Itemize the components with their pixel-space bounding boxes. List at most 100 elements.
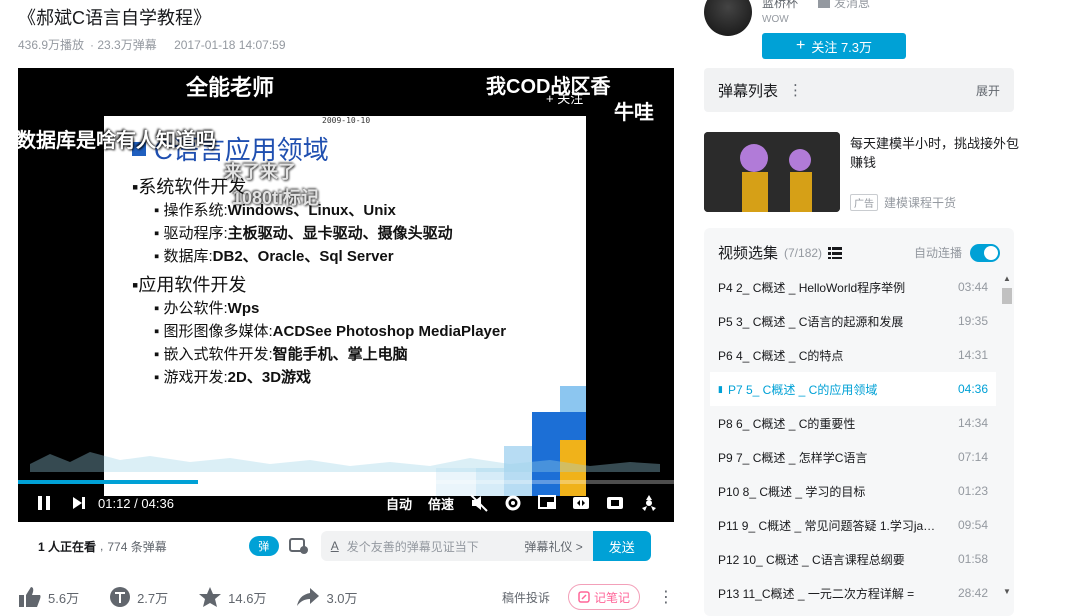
coin-count: 2.7万 [137, 590, 169, 606]
playlist-panel: 视频选集 (7/182) 自动连播 P4 2_ C概述 _ HelloWorld… [704, 228, 1014, 616]
uploader-name[interactable]: 蓝桥杯 [762, 0, 798, 11]
danmaku-list-header[interactable]: 弹幕列表 ⋮ 展开 [704, 68, 1014, 112]
time-current: 01:12 [98, 495, 131, 511]
playlist-item-duration: 14:34 [957, 416, 988, 430]
ad-thumbnail[interactable] [704, 132, 840, 212]
more-icon[interactable]: ⋮ [658, 587, 674, 607]
playlist-item[interactable]: P4 2_ C概述 _ HelloWorld程序举例 03:44 [710, 270, 996, 304]
share-button[interactable]: 3.0万 [296, 587, 358, 607]
playlist-item[interactable]: P12 10_ C概述 _ C语言课程总纲要 01:58 [710, 542, 996, 576]
slide-item-value: ACDSee Photoshop MediaPlayer [272, 323, 507, 340]
playlist-item-duration: 03:44 [957, 280, 988, 294]
danmaku-settings-icon[interactable] [288, 537, 309, 555]
slide-item-value: 2D、3D游戏 [227, 369, 312, 386]
slide-item-value: 智能手机、掌上电脑 [272, 346, 408, 363]
view-count: 436.9万播放 [18, 38, 85, 52]
video-frame: 2009-10-10 C语言应用领域 ▪系统软件开发 ▪ 操作系统:Windows… [104, 116, 586, 496]
playlist-item[interactable]: ▮ P7 5_ C概述 _ C的应用领域 04:36 [710, 372, 996, 406]
playlist-item-duration: 07:14 [957, 450, 988, 464]
slide-item: ▪ 驱动程序:主板驱动、显卡驱动、摄像头驱动 [154, 225, 453, 242]
video-actions: 5.6万 2.7万 14.6万 3.0万 稿件投诉 记笔记 ⋮ [18, 582, 674, 612]
playlist-item[interactable]: P11 9_ C概述 _ 常见问题答疑 1.学习java... 09:54 [710, 508, 996, 542]
slide-item-label: 游戏开发: [163, 369, 228, 386]
scroll-up-icon[interactable]: ▲ [1003, 274, 1011, 283]
message-link[interactable]: 发消息 [818, 0, 870, 11]
note-button[interactable]: 记笔记 [568, 584, 640, 610]
follow-label: 关注 7.3万 [811, 39, 873, 55]
playlist-item-duration: 28:42 [957, 586, 988, 600]
audio-waveform [30, 452, 660, 472]
watching-count: 1 人正在看 [38, 539, 97, 554]
playlist-scrollbar[interactable]: ▲ ▼ [1002, 274, 1012, 596]
report-link[interactable]: 稿件投诉 [502, 589, 550, 606]
pip-icon[interactable] [538, 495, 556, 511]
follow-overlay-button[interactable]: + 关注 [546, 88, 583, 107]
danmaku-1: 全能老师 [186, 75, 275, 100]
fullscreen-icon[interactable] [640, 494, 658, 512]
playlist-item-duration: 19:35 [957, 314, 988, 328]
widescreen-icon[interactable] [572, 495, 590, 511]
playlist-item-title: P5 3_ C概述 _ C语言的起源和发展 [718, 314, 904, 329]
slide-item-label: 数据库: [163, 248, 213, 265]
coin-icon [110, 587, 131, 607]
danmaku-5: 来了来了 [224, 162, 296, 182]
autoplay-control: 自动连播 [913, 243, 1000, 262]
pause-button[interactable] [24, 495, 64, 511]
speed-button[interactable]: 倍速 [428, 494, 454, 513]
playlist-item-title: P9 7_ C概述 _ 怎样学C语言 [718, 450, 868, 465]
playlist-item[interactable]: P9 7_ C概述 _ 怎样学C语言 07:14 [710, 440, 996, 474]
danmaku-etiquette-link[interactable]: 弹幕礼仪 > [524, 538, 582, 555]
send-button[interactable]: 发送 [592, 531, 651, 561]
danmaku-total: 774 条弹幕 [107, 539, 167, 554]
mute-icon[interactable] [470, 494, 488, 512]
ad-source[interactable]: 建模课程干货 [884, 194, 956, 211]
playlist-item[interactable]: P5 3_ C概述 _ C语言的起源和发展 19:35 [710, 304, 996, 338]
list-icon[interactable] [828, 246, 843, 259]
follow-button[interactable]: + 关注 7.3万 [762, 33, 906, 59]
playlist-items: P4 2_ C概述 _ HelloWorld程序举例 03:44 P5 3_ C概述… [710, 270, 996, 610]
playlist-item-duration: 01:23 [957, 484, 988, 498]
next-button[interactable] [64, 496, 94, 510]
ad-badge: 广告 [850, 194, 878, 211]
like-count: 5.6万 [48, 590, 80, 606]
danmaku-input[interactable]: A 发个友善的弹幕见证当下 弹幕礼仪 > [320, 531, 593, 561]
slide-item-label: 嵌入式软件开发: [163, 346, 273, 363]
playlist-title: 视频选集 [718, 245, 779, 262]
autoplay-label: 自动连播 [913, 246, 962, 260]
playlist-item[interactable]: P6 4_ C概述 _ C的特点 14:31 [710, 338, 996, 372]
next-icon [73, 497, 85, 509]
playlist-item[interactable]: P10 8_ C概述 _ 学习的目标 01:23 [710, 474, 996, 508]
settings-icon[interactable] [504, 494, 522, 512]
playlist-item[interactable]: P8 6_ C概述 _ C的重要性 14:34 [710, 406, 996, 440]
video-player[interactable]: 2009-10-10 C语言应用领域 ▪系统软件开发 ▪ 操作系统:Windows… [18, 68, 674, 522]
playlist-header: 视频选集 (7/182) 自动连播 [718, 242, 1000, 263]
playlist-item-title: P6 4_ C概述 _ C的特点 [718, 348, 844, 363]
coin-button[interactable]: 2.7万 [109, 586, 168, 608]
text-style-icon[interactable]: A [331, 539, 339, 553]
slide-item-label: 图形图像多媒体: [163, 323, 273, 340]
scrollbar-thumb[interactable] [1002, 288, 1012, 304]
favorite-button[interactable]: 14.6万 [198, 586, 266, 608]
scroll-down-icon[interactable]: ▼ [1003, 587, 1011, 596]
slide-item: ▪ 嵌入式软件开发:智能手机、掌上电脑 [154, 346, 408, 363]
danmaku-toggle[interactable]: 弹 [248, 536, 279, 556]
webfullscreen-icon[interactable] [606, 495, 624, 511]
quality-button[interactable]: 自动 [386, 494, 412, 513]
playlist-item-duration: 09:54 [957, 518, 988, 532]
danmaku-list-expand[interactable]: 展开 [976, 82, 1000, 99]
slide-item: ▪ 数据库:DB2、Oracle、Sql Server [154, 248, 394, 265]
slide-item-label: 驱动程序: [163, 225, 228, 242]
playlist-item-title: P8 6_ C概述 _ C的重要性 [718, 416, 856, 431]
avatar[interactable] [704, 0, 752, 36]
slide-item-value: DB2、Oracle、Sql Server [212, 248, 394, 265]
slide-item-value: 主板驱动、显卡驱动、摄像头驱动 [227, 225, 453, 242]
playlist-item[interactable]: P13 11_C概述 _ 一元二次方程详解 = 28:42 [710, 576, 996, 610]
playlist-item-title: P7 5_ C概述 _ C的应用领域 [727, 382, 878, 397]
ad-title[interactable]: 每天建模半小时，挑战接外包赚钱 [850, 134, 1020, 172]
autoplay-toggle[interactable] [970, 243, 1000, 262]
danmaku-list-menu-icon[interactable]: ⋮ [788, 81, 803, 99]
playlist-item-duration: 04:36 [957, 382, 988, 396]
danmaku-4: 数据库是啥有人知道吗 [18, 130, 216, 152]
playlist-item-title: P13 11_C概述 _ 一元二次方程详解 = [718, 586, 915, 601]
like-button[interactable]: 5.6万 [18, 586, 79, 608]
